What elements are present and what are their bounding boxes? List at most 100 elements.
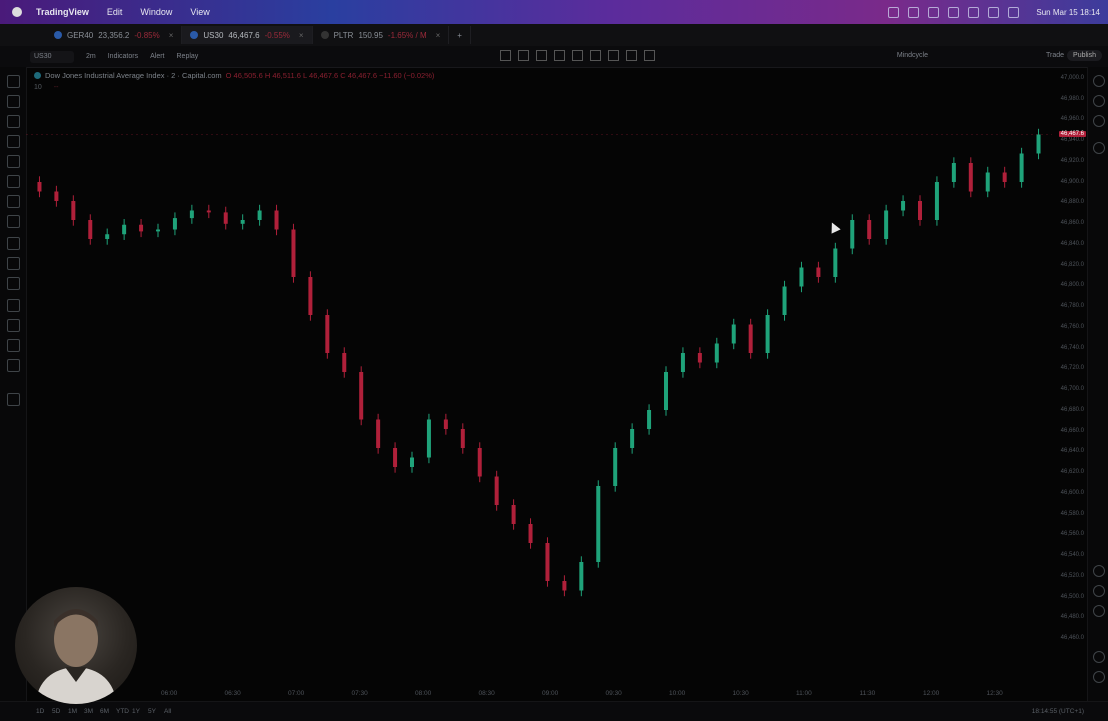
zoom-icon[interactable] <box>7 257 20 270</box>
period-button-6m[interactable]: 6M <box>100 708 109 715</box>
period-button-1m[interactable]: 1M <box>68 708 77 715</box>
symbol-search[interactable]: US30 <box>30 50 74 63</box>
chat-icon[interactable] <box>1093 142 1105 154</box>
time-axis[interactable]: 06:00 06:30 07:00 07:30 08:00 08:30 09:00 09:30… <box>26 687 1088 701</box>
tab-price: 150.95 <box>358 30 383 40</box>
symbol-logo-icon <box>190 31 199 39</box>
period-button-5d[interactable]: 5D <box>52 708 60 715</box>
candle-body <box>816 267 821 277</box>
status-icon[interactable] <box>888 6 900 18</box>
magnet-icon[interactable] <box>7 277 20 290</box>
candle-body <box>189 210 194 219</box>
ruler-icon[interactable] <box>7 237 20 250</box>
watchlist-icon[interactable] <box>1093 75 1105 87</box>
price-axis[interactable]: 47,000.0 46,980.0 46,960.0 46,940.0 46,920.0… <box>1052 67 1088 687</box>
trash-icon[interactable] <box>7 393 20 406</box>
status-icon[interactable] <box>948 6 960 18</box>
menu-item-view[interactable]: View <box>190 7 209 17</box>
time-tick-label: 11:00 <box>796 690 812 697</box>
candle-body <box>240 220 245 224</box>
candle-body <box>867 220 872 239</box>
interval-button[interactable]: 2m <box>86 53 96 60</box>
drawing-tool-icon[interactable] <box>644 50 655 61</box>
fib-icon[interactable] <box>7 115 20 128</box>
candle-body <box>664 372 668 410</box>
period-button-ytd[interactable]: YTD <box>116 708 129 715</box>
status-icon[interactable] <box>908 6 920 18</box>
drawing-tool-icon[interactable] <box>554 50 565 61</box>
period-button-3m[interactable]: 3M <box>84 708 93 715</box>
calendar-icon[interactable] <box>1093 605 1105 617</box>
drawing-tool-icon[interactable] <box>518 50 529 61</box>
pattern-icon[interactable] <box>7 135 20 148</box>
menu-item-window[interactable]: Window <box>140 7 172 17</box>
menu-clock[interactable]: Sun Mar 15 18:14 <box>1036 8 1100 17</box>
drawing-tool-icon[interactable] <box>608 50 619 61</box>
target-icon[interactable] <box>1093 565 1105 577</box>
lock-icon[interactable] <box>7 299 20 312</box>
shapes-icon[interactable] <box>7 175 20 188</box>
time-tick-label: 06:30 <box>224 690 241 697</box>
tab-change: -0.55% <box>264 30 290 40</box>
menu-item-edit[interactable]: Edit <box>107 7 123 17</box>
trendline-icon[interactable] <box>7 95 20 108</box>
add-tab-icon[interactable]: + <box>449 26 471 44</box>
drawing-tool-icon[interactable] <box>572 50 583 61</box>
tab-pltr[interactable]: PLTR 150.95 -1.65% / M × <box>313 26 450 44</box>
publish-button[interactable]: Publish <box>1067 50 1102 61</box>
wifi-icon[interactable] <box>988 6 1000 18</box>
indicators-button[interactable]: Indicators <box>108 53 138 60</box>
price-tick-label: 47,000.0 <box>1060 75 1084 81</box>
notifications-icon[interactable] <box>1093 651 1105 663</box>
close-icon[interactable]: × <box>436 31 441 40</box>
eye-icon[interactable] <box>7 319 20 332</box>
replay-button[interactable]: Replay <box>177 53 199 60</box>
link-icon[interactable] <box>7 339 20 352</box>
tab-ger40[interactable]: GER40 23,356.2 -0.85% × <box>46 26 183 44</box>
tab-us30[interactable]: US30 46,467.6 -0.55% × <box>182 26 313 44</box>
tab-price: 23,356.2 <box>98 30 130 40</box>
price-tick-label: 46,920.0 <box>1060 157 1084 164</box>
legend-title[interactable]: Dow Jones Industrial Average Index · 2 ·… <box>45 71 222 80</box>
apple-icon[interactable] <box>12 7 22 17</box>
candle-body <box>172 218 177 230</box>
drawing-tool-icon[interactable] <box>590 50 601 61</box>
candle-body <box>562 581 567 591</box>
candle-body <box>274 210 279 230</box>
app-name-menu[interactable]: TradingView <box>36 7 89 17</box>
pencil-icon[interactable] <box>7 359 20 372</box>
price-tick-label: 46,520.0 <box>1060 572 1084 579</box>
close-icon[interactable]: × <box>169 31 174 40</box>
status-icon[interactable] <box>928 6 940 18</box>
bell-icon[interactable] <box>1093 585 1105 597</box>
price-tick-label: 46,700.0 <box>1060 386 1084 393</box>
text-icon[interactable] <box>7 195 20 208</box>
period-button-5y[interactable]: 5Y <box>148 708 156 715</box>
candle-body <box>918 201 922 220</box>
alerts-icon[interactable] <box>1093 95 1105 107</box>
layers-icon[interactable] <box>1093 115 1105 127</box>
prediction-icon[interactable] <box>7 155 20 168</box>
timezone-label[interactable]: 18:14:55 (UTC+1) <box>1032 708 1084 715</box>
drawing-tool-icon[interactable] <box>626 50 637 61</box>
candle-body <box>494 476 499 505</box>
trade-button[interactable]: Trade <box>1046 52 1064 59</box>
mindcycle-label[interactable]: Mindcycle <box>897 52 928 59</box>
price-tick-label: 46,680.0 <box>1060 406 1084 413</box>
candle-body <box>342 353 347 372</box>
candle-body <box>613 448 618 486</box>
period-button-all[interactable]: All <box>164 708 171 715</box>
crosshair-icon[interactable] <box>7 75 20 88</box>
drawing-tool-icon[interactable] <box>536 50 547 61</box>
search-icon[interactable] <box>1008 6 1020 18</box>
alert-button[interactable]: Alert <box>150 53 164 60</box>
time-tick-label: 10:00 <box>669 690 686 697</box>
status-icon[interactable] <box>968 6 980 18</box>
period-button-1y[interactable]: 1Y <box>132 708 140 715</box>
icons-icon[interactable] <box>7 215 20 228</box>
close-icon[interactable]: × <box>299 31 304 40</box>
apps-icon[interactable] <box>1093 671 1105 683</box>
drawing-tool-icon[interactable] <box>500 50 511 61</box>
period-button-1d[interactable]: 1D <box>36 708 44 715</box>
price-chart[interactable] <box>26 67 1052 687</box>
